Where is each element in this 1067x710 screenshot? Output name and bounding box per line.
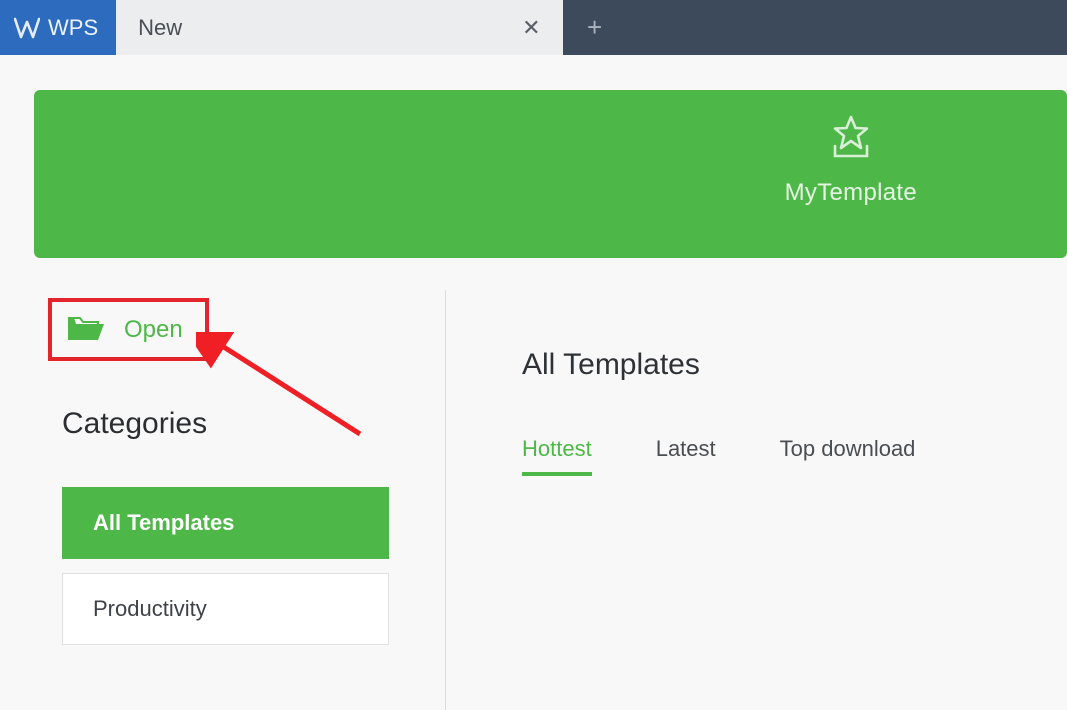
wps-logo-icon	[14, 15, 40, 41]
tab-latest[interactable]: Latest	[656, 436, 716, 476]
folder-open-icon	[66, 312, 106, 347]
my-template-button[interactable]: MyTemplate	[785, 114, 917, 207]
category-item-productivity[interactable]: Productivity	[62, 573, 389, 645]
app-brand-text: WPS	[48, 15, 98, 41]
content: Open Categories All Templates Productivi…	[0, 298, 1067, 710]
my-template-label: MyTemplate	[785, 179, 917, 207]
tab-label: Top download	[780, 436, 916, 461]
category-item-all-templates[interactable]: All Templates	[62, 487, 389, 559]
main-panel: All Templates Hottest Latest Top downloa…	[446, 298, 1067, 710]
star-icon	[827, 147, 875, 164]
category-list: All Templates Productivity	[48, 487, 445, 645]
sidebar: Open Categories All Templates Productivi…	[0, 298, 445, 710]
plus-icon: +	[587, 12, 602, 43]
tab-label: Latest	[656, 436, 716, 461]
tab-label: New	[138, 15, 182, 41]
tab-hottest[interactable]: Hottest	[522, 436, 592, 476]
filter-tabs: Hottest Latest Top download	[522, 436, 1067, 476]
tab-label: Hottest	[522, 436, 592, 461]
open-label: Open	[124, 316, 183, 344]
tab-new[interactable]: New ✕	[116, 0, 562, 55]
close-icon[interactable]: ✕	[522, 15, 540, 41]
category-label: All Templates	[93, 510, 234, 536]
tab-top-download[interactable]: Top download	[780, 436, 916, 476]
app-brand[interactable]: WPS	[0, 0, 116, 55]
category-label: Productivity	[93, 596, 207, 622]
open-button[interactable]: Open	[48, 298, 209, 361]
new-tab-button[interactable]: +	[563, 0, 627, 55]
template-banner: MyTemplate	[34, 90, 1067, 258]
page-title: All Templates	[522, 348, 1067, 382]
titlebar: WPS New ✕ +	[0, 0, 1067, 55]
categories-heading: Categories	[62, 407, 445, 441]
